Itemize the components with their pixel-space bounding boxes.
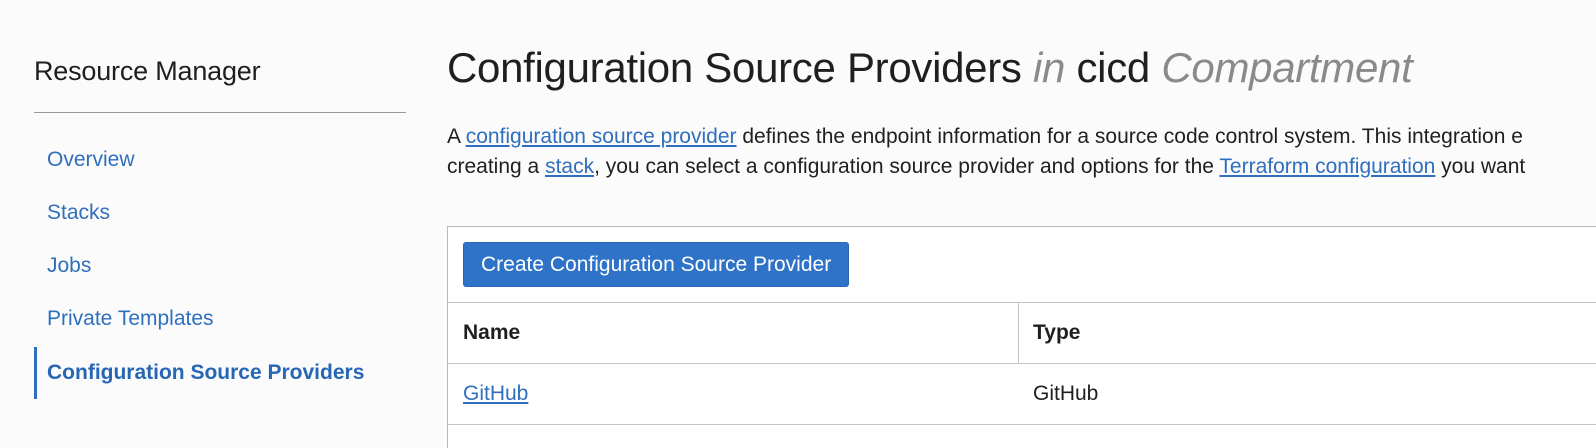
sidebar-item-label: Jobs: [47, 254, 92, 277]
create-configuration-source-provider-button[interactable]: Create Configuration Source Provider: [463, 242, 850, 287]
sidebar-item-private-templates[interactable]: Private Templates: [34, 299, 406, 339]
sidebar-item-label: Stacks: [47, 201, 111, 224]
sidebar: Resource Manager Overview Stacks Jobs Pr…: [34, 0, 406, 448]
row-name-cell: GitHub: [463, 364, 528, 424]
description-text: you want: [1435, 155, 1526, 178]
sidebar-title: Resource Manager: [34, 56, 261, 86]
page-description: A configuration source provider defines …: [447, 122, 1596, 182]
page-title-compartment: cicd: [1076, 44, 1150, 91]
column-divider[interactable]: [1018, 303, 1019, 363]
stack-link[interactable]: stack: [545, 155, 594, 178]
sidebar-item-configuration-source-providers[interactable]: Configuration Source Providers: [34, 347, 406, 399]
sidebar-item-stacks[interactable]: Stacks: [34, 193, 406, 233]
page-title-main: Configuration Source Providers: [447, 44, 1022, 91]
main-content: Configuration Source Providers in cicd C…: [447, 0, 1596, 448]
provider-name-link[interactable]: GitHub: [463, 382, 528, 406]
page: Resource Manager Overview Stacks Jobs Pr…: [0, 0, 1596, 448]
terraform-configuration-link[interactable]: Terraform configuration: [1219, 155, 1435, 178]
sidebar-item-label: Overview: [47, 148, 135, 171]
sidebar-item-label: Configuration Source Providers: [47, 361, 365, 384]
description-text: , you can select a configuration source …: [594, 155, 1220, 178]
table-row: GitHub GitHub: [448, 364, 1596, 425]
sidebar-item-jobs[interactable]: Jobs: [34, 246, 406, 286]
page-title-in: in: [1033, 44, 1066, 91]
page-title-suffix: Compartment: [1161, 44, 1413, 91]
providers-panel: Create Configuration Source Provider Nam…: [447, 226, 1596, 448]
sidebar-item-overview[interactable]: Overview: [34, 140, 406, 180]
table-header: Name Type: [448, 302, 1596, 364]
description-text: defines the endpoint information for a s…: [736, 125, 1523, 148]
page-title: Configuration Source Providers in cicd C…: [447, 44, 1413, 92]
description-line-1: A configuration source provider defines …: [447, 122, 1596, 152]
column-header-name[interactable]: Name: [463, 303, 520, 363]
sidebar-item-label: Private Templates: [47, 307, 214, 330]
column-header-type[interactable]: Type: [1033, 303, 1080, 363]
description-text: creating a: [447, 155, 546, 178]
row-type-cell: GitHub: [1033, 382, 1099, 405]
configuration-source-provider-link[interactable]: configuration source provider: [466, 125, 737, 148]
description-line-2: creating a stack, you can select a confi…: [447, 152, 1596, 182]
description-text: A: [447, 125, 466, 148]
sidebar-divider: [34, 112, 406, 113]
providers-table: Name Type GitHub GitHub: [448, 302, 1596, 425]
